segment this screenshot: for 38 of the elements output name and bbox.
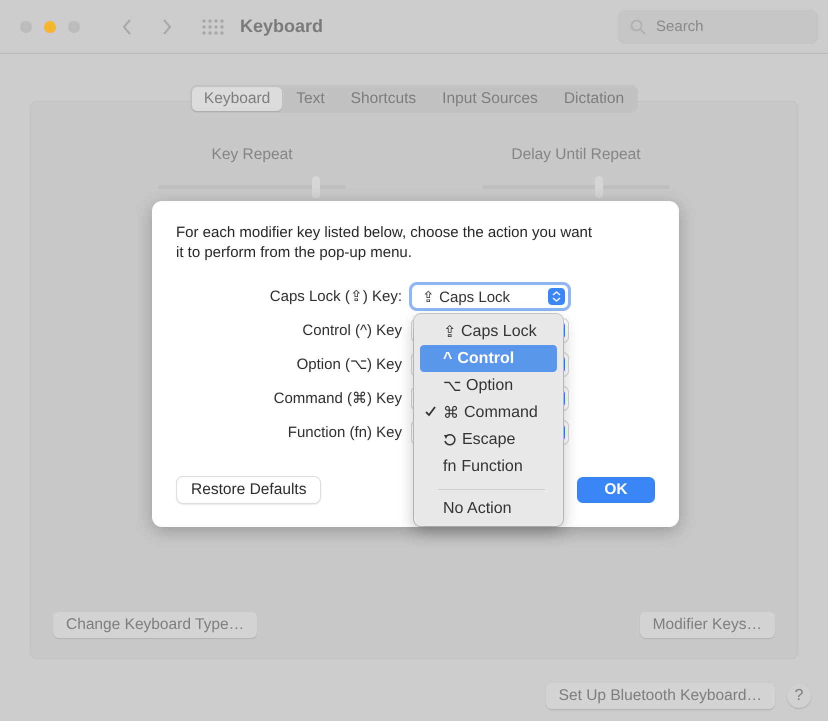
key-label: Option (⌥) Key [296, 355, 402, 375]
grid-icon[interactable] [202, 18, 224, 34]
menu-item[interactable]: ⌥ Option [420, 372, 557, 399]
restore-defaults-button[interactable]: Restore Defaults [177, 477, 320, 503]
stepper-icon [552, 291, 561, 302]
tab[interactable]: Keyboard [192, 87, 282, 111]
menu-item[interactable]: fn Function [420, 453, 557, 480]
slider-thumb[interactable] [312, 176, 320, 198]
bluetooth-setup-button[interactable]: Set Up Bluetooth Keyboard… [546, 683, 775, 709]
slider-label: Key Repeat [212, 146, 292, 164]
panel-button[interactable]: Change Keyboard Type… [53, 612, 258, 638]
tab[interactable]: Input Sources [430, 87, 550, 111]
search-box[interactable]: Search [618, 10, 818, 44]
dialog-message: For each modifier key listed below, choose the action you want it to perform from the pop-up menu. [176, 223, 594, 263]
key-label: Control (^) Key [301, 321, 402, 341]
tab[interactable]: Text [284, 87, 337, 111]
slider-thumb[interactable] [594, 176, 603, 198]
help-button[interactable]: ? [787, 684, 811, 708]
key-label: Command (⌘) Key [272, 389, 402, 409]
forward-icon[interactable] [162, 18, 172, 36]
slider-label: Delay Until Repeat [511, 146, 641, 164]
panel-button[interactable]: Modifier Keys… [640, 612, 775, 638]
menu-item[interactable]: No Action [420, 495, 557, 522]
menu-item[interactable]: ⌘ Command [420, 399, 557, 426]
window-title: Keyboard [240, 16, 324, 37]
menu-item[interactable]: ^ Control [420, 345, 557, 372]
tab[interactable]: Shortcuts [338, 87, 428, 111]
window-control[interactable] [44, 20, 56, 32]
ok-button[interactable]: OK [577, 477, 655, 503]
search-field[interactable]: Search [654, 17, 818, 36]
back-icon[interactable] [122, 18, 132, 36]
menu-item[interactable]: ⇪ Caps Lock [420, 318, 557, 345]
key-label: Function (fn) Key [286, 423, 402, 443]
circular-arrow-icon [443, 432, 457, 446]
popup-button[interactable]: ⇪ Caps Lock [412, 285, 568, 308]
key-label: Caps Lock (⇪) Key: [268, 287, 402, 307]
tab[interactable]: Dictation [552, 87, 636, 111]
menu-item[interactable]: Escape [420, 426, 557, 453]
